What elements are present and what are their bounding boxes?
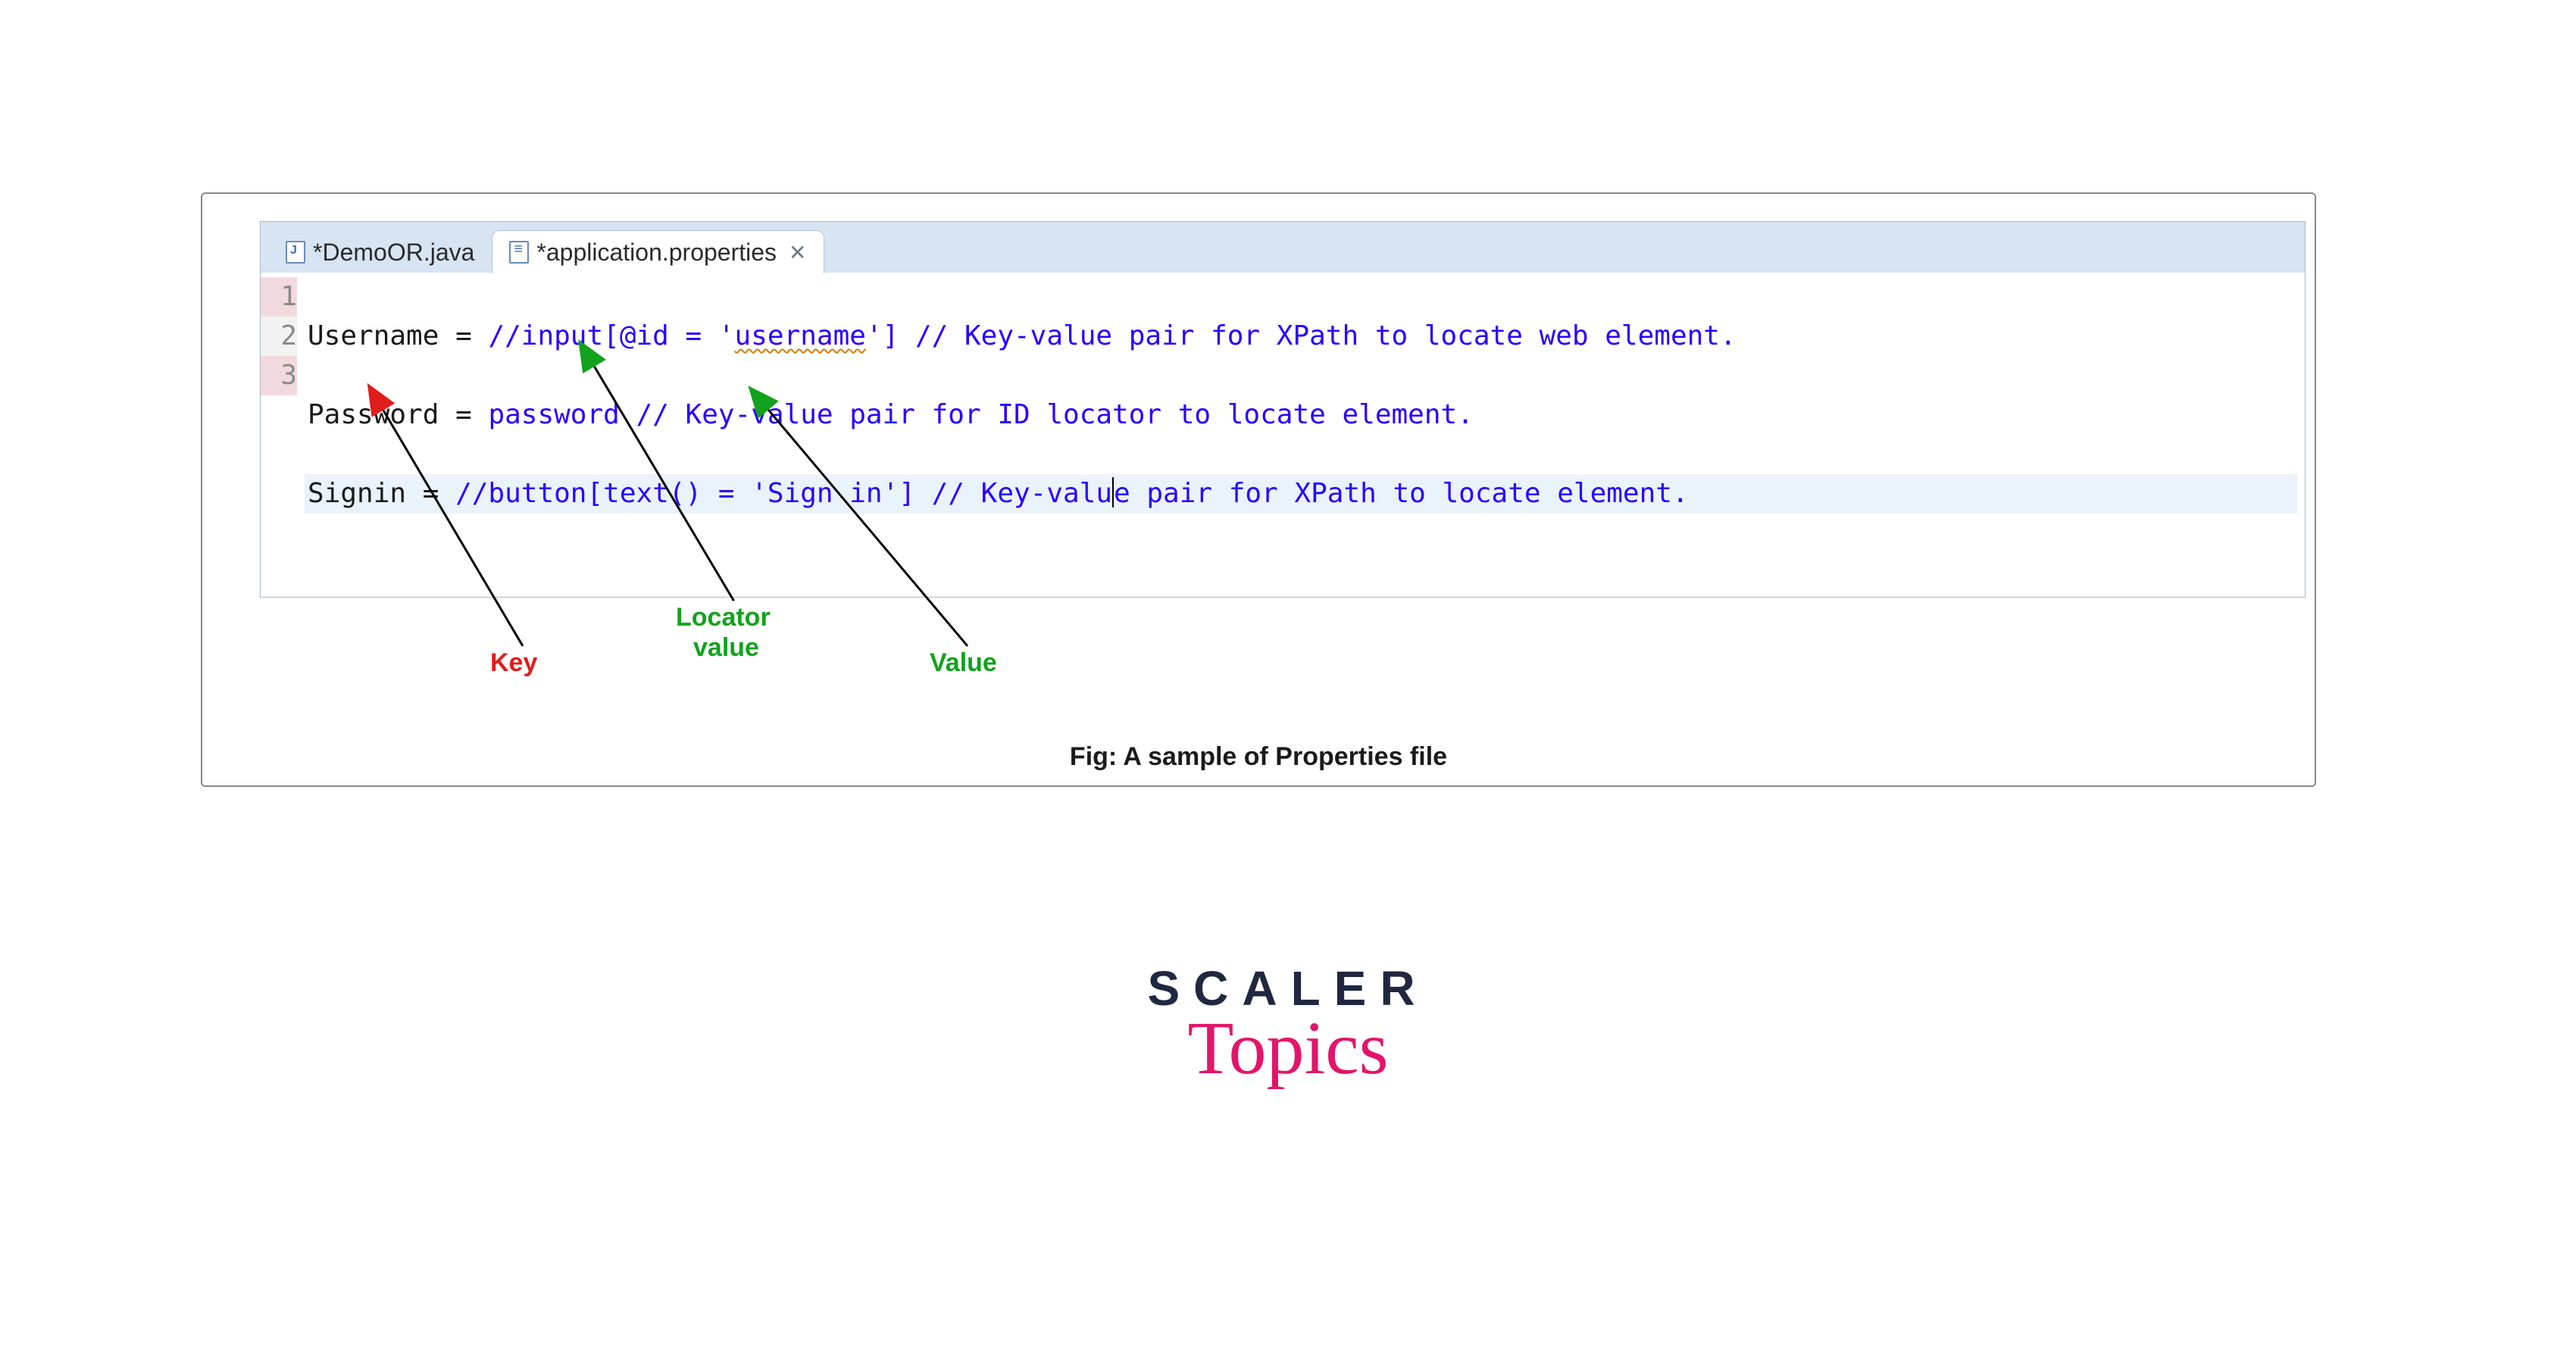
editor-tabbar: *DemoOR.java *application.properties ✕ bbox=[260, 221, 2306, 273]
brand-logo: SCALER Topics bbox=[1147, 960, 1428, 1086]
annotation-value: Value bbox=[930, 648, 997, 678]
annotation-locator-line1: Locator bbox=[676, 603, 771, 632]
editor: *DemoOR.java *application.properties ✕ 1… bbox=[260, 221, 2306, 598]
prop-value-part: e pair for XPath to locate element. bbox=[1114, 478, 1689, 509]
code-line: Username = //input[@id = 'username'] // … bbox=[305, 317, 2297, 356]
figure-caption: Fig: A sample of Properties file bbox=[202, 742, 2315, 772]
equals-sign: = bbox=[423, 478, 455, 509]
line-number: 3 bbox=[261, 356, 297, 395]
line-number: 2 bbox=[261, 317, 297, 356]
prop-value-part: '] // Key-value pair for XPath to locate… bbox=[866, 320, 1737, 351]
prop-key: Signin bbox=[308, 478, 423, 509]
equals-sign: = bbox=[455, 399, 488, 430]
figure-card: *DemoOR.java *application.properties ✕ 1… bbox=[201, 192, 2316, 787]
tab-label: *application.properties bbox=[536, 239, 777, 267]
prop-value: password // Key-value pair for ID locato… bbox=[488, 399, 1473, 430]
brand-topics-text: Topics bbox=[1147, 1010, 1428, 1086]
annotation-locator-line2: value bbox=[693, 633, 759, 663]
prop-value-part: //button[text() = 'Sign in'] // Key-valu bbox=[455, 478, 1112, 509]
code-area[interactable]: Username = //input[@id = 'username'] // … bbox=[302, 273, 2305, 597]
annotation-key: Key bbox=[490, 648, 537, 678]
close-icon[interactable]: ✕ bbox=[789, 240, 806, 265]
tab-demoor-java[interactable]: *DemoOR.java bbox=[268, 230, 492, 273]
prop-value-spellmarked: username bbox=[735, 320, 866, 351]
tab-application-properties[interactable]: *application.properties ✕ bbox=[492, 230, 824, 273]
line-number-gutter: 1 2 3 bbox=[261, 273, 302, 597]
prop-value-part: //input[@id = ' bbox=[488, 320, 734, 351]
editor-body: 1 2 3 Username = //input[@id = 'username… bbox=[260, 273, 2306, 598]
code-line: Password = password // Key-value pair fo… bbox=[305, 395, 2297, 435]
code-line-active: Signin = //button[text() = 'Sign in'] //… bbox=[305, 474, 2297, 514]
tab-label: *DemoOR.java bbox=[313, 239, 474, 267]
properties-file-icon bbox=[509, 241, 529, 264]
prop-key: Username bbox=[308, 320, 455, 351]
prop-key: Password bbox=[308, 399, 455, 430]
line-number: 1 bbox=[261, 277, 297, 317]
equals-sign: = bbox=[455, 320, 488, 351]
java-file-icon bbox=[286, 241, 305, 264]
